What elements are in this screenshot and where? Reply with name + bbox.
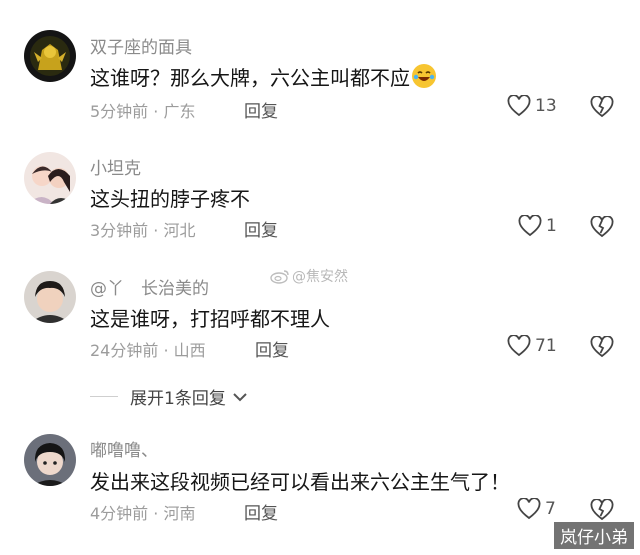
comment-location: 广东 [163, 102, 196, 121]
comment-location: 山西 [173, 341, 206, 360]
reply-button[interactable]: 回复 [255, 336, 289, 361]
username[interactable]: 小坦克 [90, 154, 141, 179]
comment-meta: 3分钟前 · 河北 [90, 217, 195, 241]
like-button[interactable]: 71 [507, 335, 557, 357]
like-count: 71 [535, 336, 557, 356]
avatar[interactable] [24, 271, 76, 323]
laughing-emoji-icon [412, 64, 436, 88]
reply-button[interactable]: 回复 [244, 97, 278, 122]
avatar[interactable] [24, 30, 76, 82]
comment-time: 3分钟前 [90, 221, 149, 240]
username[interactable]: 嘟噜噜、 [90, 436, 158, 461]
like-count: 13 [535, 96, 557, 116]
username[interactable]: 双子座的面具 [90, 33, 192, 58]
comment-meta: 4分钟前 · 河南 [90, 500, 195, 524]
comment-text: 这谁呀？那么大牌，六公主叫都不应 [90, 62, 436, 91]
expand-replies-button[interactable]: 展开1条回复 [90, 384, 248, 409]
comment-time: 4分钟前 [90, 504, 149, 523]
heart-icon [507, 335, 531, 357]
broken-heart-icon[interactable] [590, 499, 614, 521]
like-button[interactable]: 13 [507, 95, 557, 117]
comment-time: 24分钟前 [90, 341, 159, 360]
meta-separator: · [153, 102, 159, 121]
meta-separator: · [153, 504, 159, 523]
comment-location: 河北 [163, 221, 196, 240]
weibo-icon [270, 270, 289, 284]
comment-text: 这是谁呀，打招呼都不理人 [90, 307, 330, 331]
like-count: 7 [545, 499, 556, 519]
divider [90, 396, 118, 397]
avatar[interactable] [24, 434, 76, 486]
reply-button[interactable]: 回复 [244, 216, 278, 241]
corner-watermark: 岚仔小弟 [554, 522, 634, 549]
meta-separator: · [153, 221, 159, 240]
meta-separator: · [163, 341, 169, 360]
broken-heart-icon[interactable] [590, 96, 614, 118]
broken-heart-icon[interactable] [590, 216, 614, 238]
watermark-text: @焦安然 [292, 269, 348, 285]
username[interactable]: @丫 长治美的 [90, 274, 209, 299]
comment-meta: 24分钟前 · 山西 [90, 337, 206, 361]
heart-icon [507, 95, 531, 117]
broken-heart-icon[interactable] [590, 336, 614, 358]
like-count: 1 [546, 216, 557, 236]
like-button[interactable]: 7 [517, 498, 556, 520]
comment-text: 发出来这段视频已经可以看出来六公主生气了！ [90, 470, 510, 494]
comment-text: 这头扭的脖子疼不 [90, 187, 250, 211]
watermark: @焦安然 [270, 266, 348, 286]
chevron-down-icon [233, 392, 247, 401]
avatar[interactable] [24, 152, 76, 204]
comment-time: 5分钟前 [90, 102, 149, 121]
like-button[interactable]: 1 [518, 215, 557, 237]
comment-text-content: 这谁呀？那么大牌，六公主叫都不应 [90, 66, 410, 90]
heart-icon [517, 498, 541, 520]
expand-replies-label: 展开1条回复 [130, 389, 226, 409]
heart-icon [518, 215, 542, 237]
comment-meta: 5分钟前 · 广东 [90, 98, 195, 122]
reply-button[interactable]: 回复 [244, 499, 278, 524]
comment-location: 河南 [163, 504, 196, 523]
